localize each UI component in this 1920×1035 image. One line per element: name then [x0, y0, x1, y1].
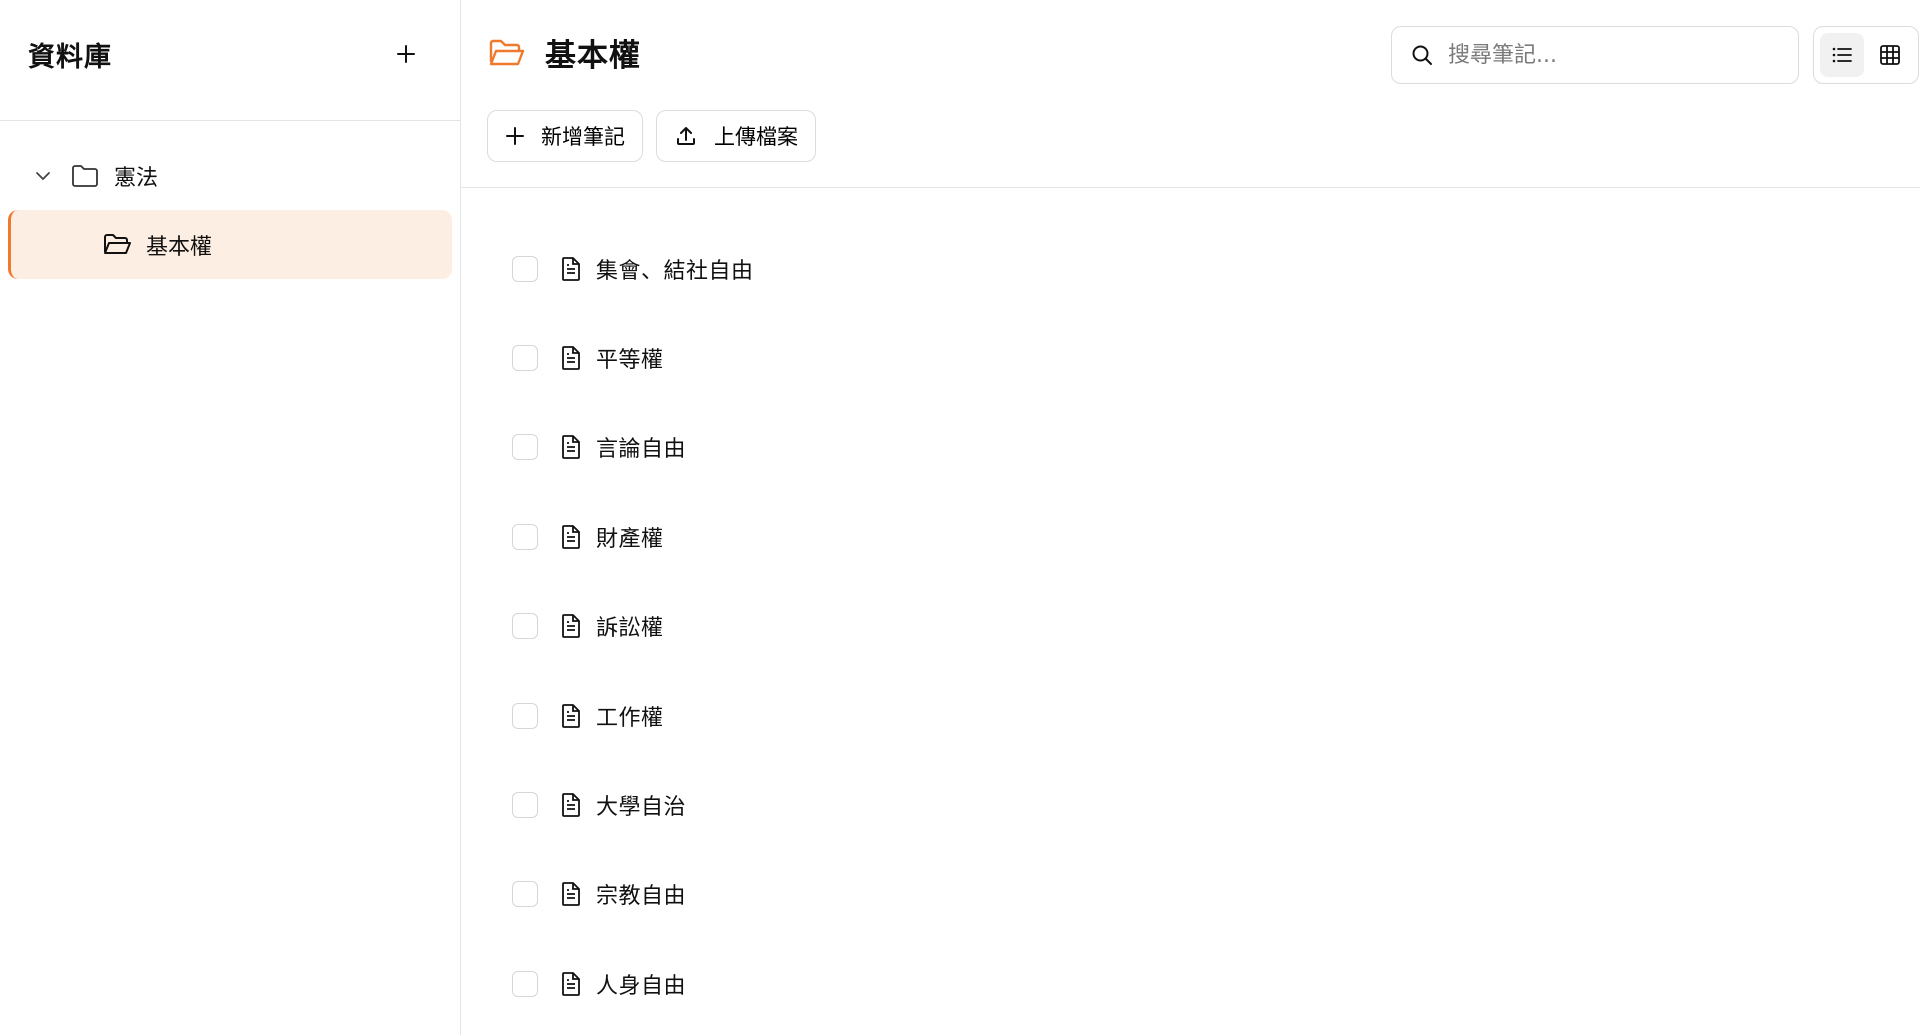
sidebar-header: 資料庫: [0, 0, 460, 121]
document-icon: [560, 971, 582, 997]
chevron-down-icon[interactable]: [28, 167, 58, 185]
note-list: 集會、結社自由 平等權 言論自由 財產權 訴訟權 工作權 大學自治 宗教自由 人…: [461, 188, 1920, 1029]
tree-item-constitution[interactable]: 憲法: [0, 141, 460, 210]
note-title: 平等權: [596, 348, 664, 374]
list-item[interactable]: 大學自治: [461, 760, 1920, 849]
folder-tree: 憲法 基本權: [0, 121, 460, 279]
sidebar: 資料庫 憲法 基本權: [0, 0, 461, 1035]
select-checkbox[interactable]: [512, 523, 538, 550]
list-item[interactable]: 財產權: [461, 492, 1920, 581]
list-item[interactable]: 人身自由: [461, 939, 1920, 1028]
new-note-label: 新增筆記: [541, 126, 625, 149]
list-item[interactable]: 言論自由: [461, 403, 1920, 492]
select-checkbox[interactable]: [512, 792, 538, 819]
new-note-button[interactable]: 新增筆記: [487, 110, 643, 162]
note-title: 人身自由: [596, 973, 687, 999]
search-input[interactable]: [1448, 42, 1768, 68]
list-view-button[interactable]: [1820, 33, 1864, 77]
document-icon: [560, 881, 582, 907]
folder-open-icon: [487, 37, 525, 69]
select-checkbox[interactable]: [512, 702, 538, 729]
plus-icon: [395, 43, 417, 65]
folder-icon: [70, 163, 100, 189]
sidebar-title: 資料庫: [28, 41, 112, 73]
action-bar: 新增筆記 上傳檔案: [487, 110, 816, 162]
list-item[interactable]: 訴訟權: [461, 582, 1920, 671]
grid-view-button[interactable]: [1868, 33, 1912, 77]
list-item[interactable]: 宗教自由: [461, 850, 1920, 939]
upload-file-label: 上傳檔案: [714, 126, 798, 149]
search-box: [1391, 26, 1799, 84]
list-item[interactable]: 工作權: [461, 671, 1920, 760]
note-title: 財產權: [596, 526, 664, 552]
note-title: 言論自由: [596, 437, 687, 463]
grid-view-icon: [1878, 43, 1902, 67]
folder-open-icon: [102, 232, 132, 258]
select-checkbox[interactable]: [512, 255, 538, 282]
search-icon: [1410, 43, 1434, 67]
document-icon: [560, 434, 582, 460]
main-panel: 基本權 搜尋筆記... 新增筆記 上傳檔案 集會、結社自由 平等權 言論自由 財…: [461, 0, 1920, 1035]
select-checkbox[interactable]: [512, 881, 538, 908]
title-row: 基本權: [487, 30, 641, 75]
tree-item-label: 憲法: [114, 165, 159, 191]
list-item[interactable]: 平等權: [461, 313, 1920, 402]
document-icon: [560, 256, 582, 282]
document-icon: [560, 792, 582, 818]
note-title: 宗教自由: [596, 884, 687, 910]
page-title: 基本權: [545, 38, 641, 74]
upload-icon: [674, 124, 698, 148]
app-root: 資料庫 憲法 基本權 基本權 搜尋筆記... 新增筆記 上傳檔案 集會、結社自由…: [0, 0, 1920, 1035]
document-icon: [560, 345, 582, 371]
view-toggle: [1813, 26, 1919, 84]
tree-item-basic-rights[interactable]: 基本權: [8, 210, 452, 279]
tree-item-label: 基本權: [146, 234, 213, 260]
select-checkbox[interactable]: [512, 345, 538, 372]
note-title: 集會、結社自由: [596, 258, 754, 284]
select-checkbox[interactable]: [512, 970, 538, 997]
list-view-icon: [1830, 43, 1854, 67]
note-title: 工作權: [596, 705, 664, 731]
note-title: 大學自治: [596, 795, 687, 821]
select-checkbox[interactable]: [512, 434, 538, 461]
select-checkbox[interactable]: [512, 613, 538, 640]
plus-icon: [505, 126, 525, 146]
main-header: 基本權 搜尋筆記... 新增筆記 上傳檔案: [461, 0, 1920, 188]
note-title: 訴訟權: [596, 616, 664, 642]
upload-file-button[interactable]: 上傳檔案: [656, 110, 816, 162]
document-icon: [560, 703, 582, 729]
document-icon: [560, 524, 582, 550]
list-item[interactable]: 集會、結社自由: [461, 224, 1920, 313]
add-folder-button[interactable]: [386, 34, 426, 74]
document-icon: [560, 613, 582, 639]
